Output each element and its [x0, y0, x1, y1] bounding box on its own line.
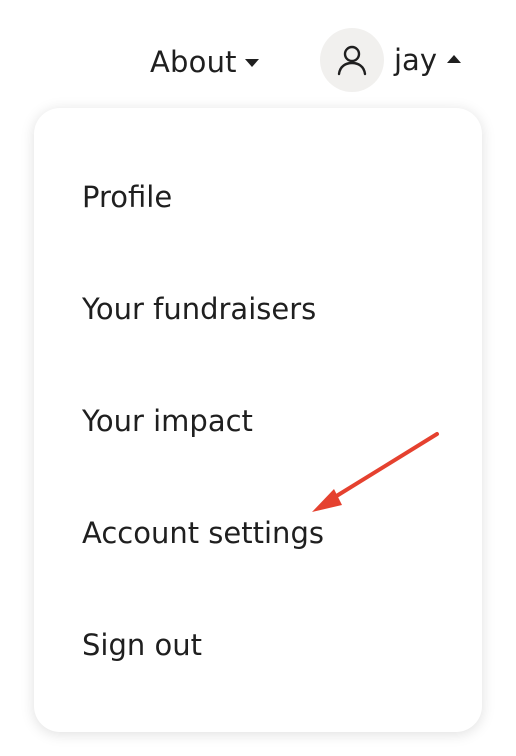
menu-item-sign-out[interactable]: Sign out — [82, 621, 442, 669]
user-icon — [337, 45, 367, 76]
menu-item-account-settings[interactable]: Account settings — [82, 509, 442, 557]
about-label: About — [150, 45, 237, 79]
caret-up-icon — [447, 55, 461, 63]
page: About jay Profile Your fundraisers Your … — [0, 0, 516, 756]
about-dropdown[interactable]: About — [150, 40, 259, 84]
caret-down-icon — [244, 59, 259, 67]
user-dropdown-menu: Profile Your fundraisers Your impact Acc… — [34, 108, 482, 732]
avatar[interactable] — [320, 28, 384, 92]
menu-item-your-fundraisers[interactable]: Your fundraisers — [82, 285, 442, 333]
menu-item-your-impact[interactable]: Your impact — [82, 397, 442, 445]
user-menu-toggle[interactable]: jay — [320, 28, 461, 92]
user-name: jay — [394, 43, 437, 77]
menu-item-profile[interactable]: Profile — [82, 173, 442, 221]
